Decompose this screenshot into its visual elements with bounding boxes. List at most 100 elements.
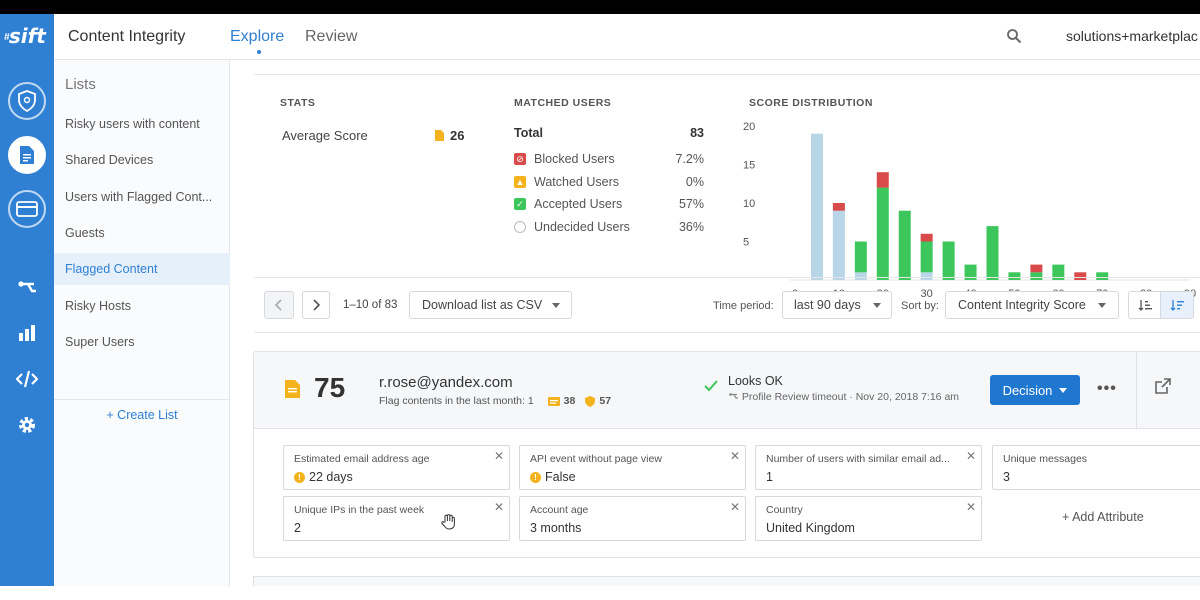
matched-total-value: 83 [690,126,704,140]
sort-by-select[interactable]: Content Integrity Score [945,291,1119,319]
code-icon [16,370,38,388]
card-header-divider [1136,352,1137,429]
warning-icon: ! [530,471,541,483]
attribute-name: Account age [530,504,589,516]
chart-y-tick-label: 5 [743,237,749,249]
attribute-card[interactable]: Country United Kingdom ✕ [755,496,982,541]
attribute-name: API event without page view [530,453,662,465]
chart-bar [898,210,911,280]
remove-attribute-button[interactable]: ✕ [966,500,976,514]
chart-bar [920,241,933,273]
shield-icon [18,90,36,112]
user-card[interactable]: 75 r.rose@yandex.com Flag contents in th… [253,351,1200,558]
attribute-name: Number of users with similar email ad... [766,453,950,465]
sort-descending-button[interactable] [1160,291,1194,319]
attribute-value-text: False [545,470,576,484]
matched-row-watched[interactable]: ▲ Watched Users 0% [514,175,704,189]
hand-cursor-icon [441,514,455,530]
flag-summary: Flag contents in the last month: 1 38 57 [379,395,611,407]
remove-attribute-button[interactable]: ✕ [966,449,976,463]
more-options-button[interactable]: ••• [1097,380,1117,398]
matched-row-pct: 0% [685,175,704,189]
matched-row-undecided[interactable]: Undecided Users 36% [514,220,704,234]
download-csv-button[interactable]: Download list as CSV [409,291,572,319]
list-item-shared-devices[interactable]: Shared Devices [54,144,230,176]
chart-y-tick-label: 20 [743,121,755,133]
attribute-card[interactable]: Estimated email address age ! 22 days ✕ [283,445,510,490]
watched-icon: ▲ [514,176,526,188]
attribute-value: 3 [1003,470,1010,484]
remove-attribute-button[interactable]: ✕ [494,500,504,514]
undecided-circle-icon [514,221,526,233]
attribute-value: 1 [766,470,773,484]
score-distribution-title: SCORE DISTRIBUTION [749,97,873,109]
nav-analytics[interactable] [14,320,40,346]
matched-row-accepted[interactable]: ✓ Accepted Users 57% [514,197,704,211]
account-menu[interactable]: solutions+marketplac [1066,28,1198,44]
list-item-super-users[interactable]: Super Users [54,326,230,358]
attribute-card[interactable]: API event without page view ! False ✕ [519,445,746,490]
chart-x-tick-label: 30 [921,288,933,298]
chart-bar [810,133,823,280]
app-title: Content Integrity [68,28,186,45]
attribute-value: ! False [530,470,576,484]
nav-payments[interactable] [8,190,46,228]
remove-attribute-button[interactable]: ✕ [494,449,504,463]
attribute-card[interactable]: Number of users with similar email ad...… [755,445,982,490]
average-score-value: 26 [435,128,464,143]
sift-logo[interactable]: ⁞⁞sift [4,24,50,48]
search-button[interactable] [1006,28,1022,49]
chart-bar [986,226,999,280]
blocked-icon: ⊘ [514,153,526,165]
list-item-risky-hosts[interactable]: Risky Hosts [54,290,230,322]
list-item-guests[interactable]: Guests [54,217,230,249]
letterbox-bottom [0,586,1200,600]
review-status-detail-text: Profile Review timeout · Nov 20, 2018 7:… [741,391,960,403]
prev-page-button[interactable] [264,291,294,319]
shield-badge-icon [585,395,596,407]
matched-row-label: Undecided Users [534,220,630,234]
next-page-button[interactable] [302,291,330,319]
letterbox-top [0,0,1200,14]
time-period-select[interactable]: last 90 days [782,291,892,319]
list-item-flagged-users[interactable]: Users with Flagged Cont... [54,181,230,213]
add-attribute-button[interactable]: + Add Attribute [1062,510,1144,524]
remove-attribute-button[interactable]: ✕ [730,449,740,463]
user-email-link[interactable]: r.rose@yandex.com [379,374,513,391]
nav-content[interactable] [8,136,46,174]
search-icon [1007,29,1022,44]
matched-row-blocked[interactable]: ⊘ Blocked Users 7.2% [514,152,704,166]
lists-title: Lists [65,76,96,93]
controls-top-divider [254,277,1200,278]
tab-review[interactable]: Review [305,28,357,46]
accepted-check-icon: ✓ [514,198,526,210]
nav-network[interactable] [14,274,40,300]
network-icon [729,393,738,399]
list-item-risky-users[interactable]: Risky users with content [54,108,230,140]
message-icon [547,396,560,406]
open-external-button[interactable] [1155,378,1171,399]
nav-settings[interactable] [14,412,40,438]
decision-button[interactable]: Decision [990,375,1080,405]
chart-bar [876,172,889,188]
content-doc-icon [285,380,300,398]
matched-total-row: Total 83 [514,126,704,140]
review-status: Looks OK [728,374,783,388]
remove-attribute-button[interactable]: ✕ [730,500,740,514]
attribute-card[interactable]: Unique IPs in the past week 2 ✕ [283,496,510,541]
pagination-total: 83 [384,299,398,311]
tab-explore[interactable]: Explore [230,28,284,46]
list-item-flagged-content[interactable]: Flagged Content [54,253,230,285]
sort-by-label: Sort by: [901,300,939,312]
summary-top-divider [254,74,1200,75]
sort-ascending-button[interactable] [1128,291,1161,319]
nav-developer[interactable] [14,366,40,392]
attribute-card[interactable]: Account age 3 months ✕ [519,496,746,541]
flag-count-score: 57 [599,395,612,407]
nav-shield[interactable] [8,82,46,120]
create-list-button[interactable]: + Create List [54,408,230,422]
chart-bar [854,241,867,273]
card-icon [16,201,38,217]
attribute-value-text: 2 [294,521,301,535]
attribute-card[interactable]: Unique messages 3 [992,445,1200,490]
